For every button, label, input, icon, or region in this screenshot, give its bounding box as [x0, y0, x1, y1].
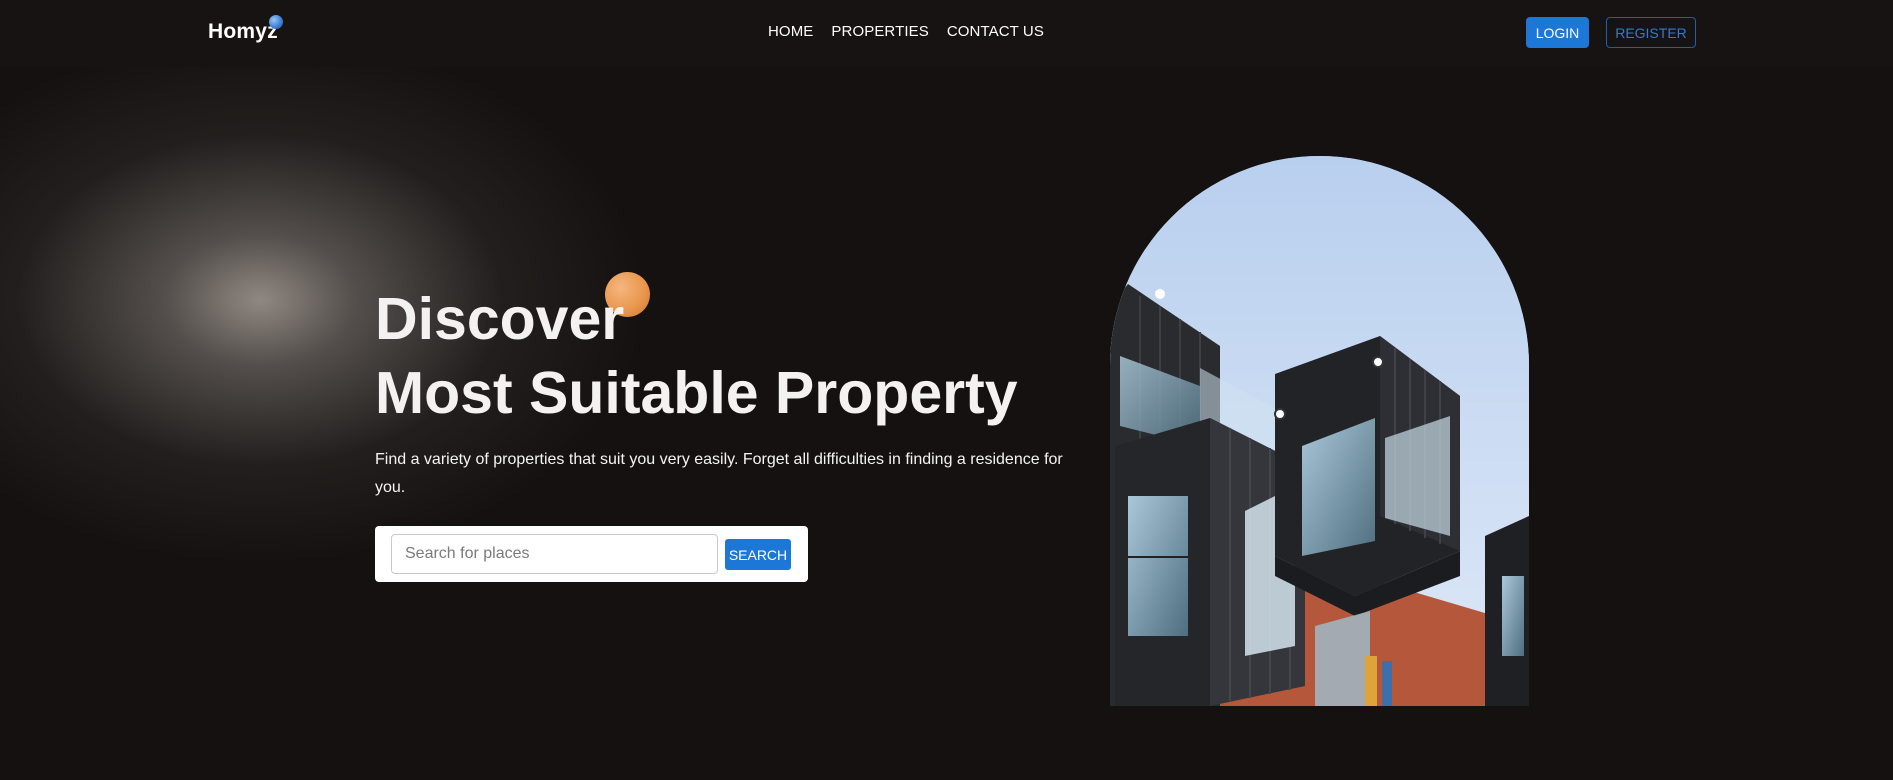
hero-title-line1: Discover	[375, 286, 625, 352]
landing-page: Homyz HOME PROPERTIES CONTACT US LOGIN R…	[0, 0, 1893, 780]
login-button[interactable]: LOGIN	[1526, 17, 1589, 48]
building-photo-icon	[1110, 156, 1529, 706]
nav-link-home[interactable]: HOME	[768, 23, 813, 40]
hero-title: Discover Most Suitable Property	[375, 282, 1095, 430]
brand-logo[interactable]: Homyz	[208, 20, 278, 44]
search-button[interactable]: SEARCH	[725, 539, 791, 570]
navbar: Homyz HOME PROPERTIES CONTACT US LOGIN R…	[0, 0, 1893, 67]
hero-subtitle: Find a variety of properties that suit y…	[375, 451, 1063, 496]
register-button[interactable]: REGISTER	[1606, 17, 1696, 48]
search-bar: SEARCH	[375, 526, 808, 582]
hero-image	[1110, 156, 1529, 706]
nav-link-contact[interactable]: CONTACT US	[947, 23, 1044, 40]
hero-title-line2: Most Suitable Property	[375, 360, 1018, 426]
logo-dot-icon	[269, 15, 283, 29]
nav-link-properties[interactable]: PROPERTIES	[831, 23, 928, 40]
search-input[interactable]	[391, 534, 718, 574]
nav-links: HOME PROPERTIES CONTACT US	[768, 23, 1044, 40]
